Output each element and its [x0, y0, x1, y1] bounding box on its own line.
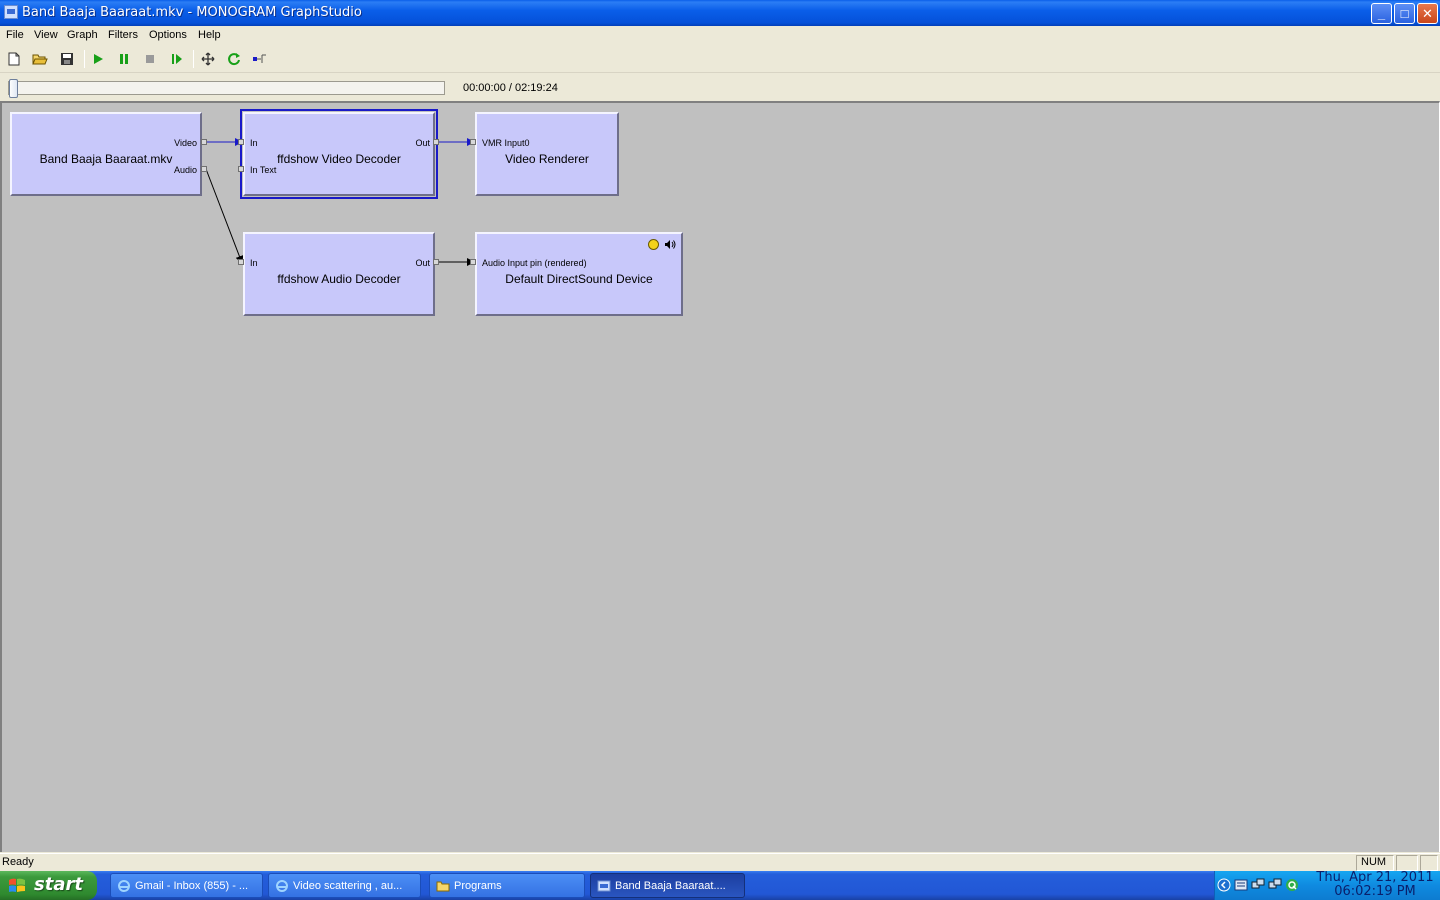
- task-button-video-scattering[interactable]: Video scattering , au...: [268, 873, 421, 898]
- graphstudio-icon: [597, 880, 611, 892]
- arrange-icon[interactable]: [200, 51, 216, 67]
- graph-connections: [205, 138, 475, 266]
- start-button[interactable]: start: [0, 871, 97, 900]
- clock-icon: [648, 239, 659, 250]
- seek-bar[interactable]: [8, 81, 445, 95]
- internet-explorer-icon: [118, 880, 130, 892]
- stop-icon[interactable]: [142, 51, 158, 67]
- pin-out[interactable]: [433, 259, 439, 265]
- filter-audio-decoder[interactable]: ffdshow Audio Decoder In Out: [243, 232, 435, 316]
- pin-audio-input[interactable]: [470, 259, 476, 265]
- input-indicator-icon[interactable]: [1234, 878, 1248, 892]
- taskbar: start Gmail - Inbox (855) - ... Video sc…: [0, 871, 1440, 900]
- menu-options[interactable]: Options: [149, 29, 187, 41]
- status-pane-empty: [1396, 855, 1418, 871]
- pin-label-out: Out: [415, 138, 430, 148]
- time-readout: 00:00:00 / 02:19:24: [463, 82, 558, 94]
- seek-thumb[interactable]: [9, 79, 18, 98]
- menu-filters[interactable]: Filters: [108, 29, 138, 41]
- filter-name: Band Baaja Baaraat.mkv: [39, 152, 173, 166]
- speaker-icon: [665, 240, 676, 249]
- minimize-button[interactable]: _: [1371, 3, 1392, 24]
- network-icon[interactable]: [1251, 878, 1265, 892]
- pin-video-out[interactable]: [201, 139, 207, 145]
- clock-date: Thu, Apr 21, 2011: [1316, 870, 1434, 885]
- task-button-graphstudio[interactable]: Band Baaja Baaraat....: [590, 873, 745, 898]
- pin-in-text[interactable]: [238, 166, 244, 172]
- filter-name: Video Renderer: [505, 152, 589, 166]
- start-label: start: [34, 874, 83, 895]
- taskbar-clock[interactable]: Thu, Apr 21, 2011 06:02:19 PM: [1311, 871, 1439, 899]
- pin-in[interactable]: [238, 139, 244, 145]
- wire-audio-to-decoder: [205, 168, 244, 264]
- clock-time: 06:02:19 PM: [1334, 884, 1416, 899]
- window-title: Band Baaja Baaraat.mkv - MONOGRAM GraphS…: [22, 5, 362, 20]
- pause-icon[interactable]: [116, 51, 132, 67]
- pin-label-audio: Audio: [173, 165, 197, 175]
- filter-source[interactable]: Band Baaja Baaraat.mkv Video Audio: [10, 112, 202, 196]
- status-bar: Ready NUM: [0, 853, 1440, 871]
- pin-label-vmr-input: VMR Input0: [482, 138, 530, 148]
- status-num: NUM: [1361, 856, 1387, 868]
- filter-name: ffdshow Video Decoder: [277, 152, 401, 166]
- pin-label-video: Video: [174, 138, 197, 148]
- graph-canvas[interactable]: Band Baaja Baaraat.mkv Video Audio ffdsh…: [0, 101, 1440, 852]
- q-app-icon[interactable]: [1285, 878, 1299, 892]
- filter-video-renderer[interactable]: Video Renderer VMR Input0: [475, 112, 619, 196]
- menu-bar: File View Graph Filters Options Help: [0, 26, 1440, 46]
- filter-name: Default DirectSound Device: [505, 272, 653, 286]
- open-folder-icon[interactable]: [32, 51, 48, 67]
- tray-expand-icon[interactable]: [1217, 878, 1231, 892]
- task-label: Video scattering , au...: [293, 880, 403, 892]
- filter-name: ffdshow Audio Decoder: [277, 272, 401, 286]
- task-label: Programs: [454, 880, 502, 892]
- new-file-icon[interactable]: [6, 51, 22, 67]
- filter-video-decoder[interactable]: ffdshow Video Decoder In In Text Out: [240, 109, 438, 199]
- step-frame-icon[interactable]: [169, 51, 185, 67]
- app-icon[interactable]: [4, 5, 18, 19]
- save-disk-icon[interactable]: [59, 51, 75, 67]
- connect-icon[interactable]: [252, 51, 268, 67]
- pin-label-out: Out: [415, 258, 430, 268]
- network-icon[interactable]: [1268, 878, 1282, 892]
- filter-directsound[interactable]: Default DirectSound Device Audio Input p…: [475, 232, 683, 316]
- title-bar[interactable]: Band Baaja Baaraat.mkv - MONOGRAM GraphS…: [0, 0, 1440, 26]
- system-tray: Thu, Apr 21, 2011 06:02:19 PM: [1214, 871, 1440, 900]
- task-label: Band Baaja Baaraat....: [615, 880, 726, 892]
- maximize-button[interactable]: □: [1394, 3, 1415, 24]
- status-pane-empty: [1420, 855, 1438, 871]
- windows-logo-icon: [9, 878, 25, 892]
- refresh-icon[interactable]: [226, 51, 242, 67]
- pin-label-audio-input: Audio Input pin (rendered): [482, 258, 587, 268]
- pin-out[interactable]: [433, 139, 439, 145]
- menu-graph[interactable]: Graph: [67, 29, 98, 41]
- pin-in[interactable]: [238, 259, 244, 265]
- internet-explorer-icon: [276, 880, 288, 892]
- pin-vmr-input[interactable]: [470, 139, 476, 145]
- task-button-programs[interactable]: Programs: [429, 873, 585, 898]
- close-button[interactable]: ✕: [1417, 3, 1438, 24]
- menu-help[interactable]: Help: [198, 29, 221, 41]
- menu-view[interactable]: View: [34, 29, 58, 41]
- play-icon[interactable]: [90, 51, 106, 67]
- seek-row: 00:00:00 / 02:19:24: [0, 73, 1440, 101]
- task-button-gmail[interactable]: Gmail - Inbox (855) - ...: [110, 873, 263, 898]
- status-text: Ready: [2, 856, 34, 868]
- menu-file[interactable]: File: [6, 29, 24, 41]
- toolbar: [0, 46, 1440, 73]
- pin-audio-out[interactable]: [201, 166, 207, 172]
- folder-icon: [436, 881, 450, 892]
- pin-label-in-text: In Text: [250, 165, 277, 175]
- pin-label-in: In: [250, 138, 258, 148]
- task-label: Gmail - Inbox (855) - ...: [135, 880, 249, 892]
- pin-label-in: In: [250, 258, 258, 268]
